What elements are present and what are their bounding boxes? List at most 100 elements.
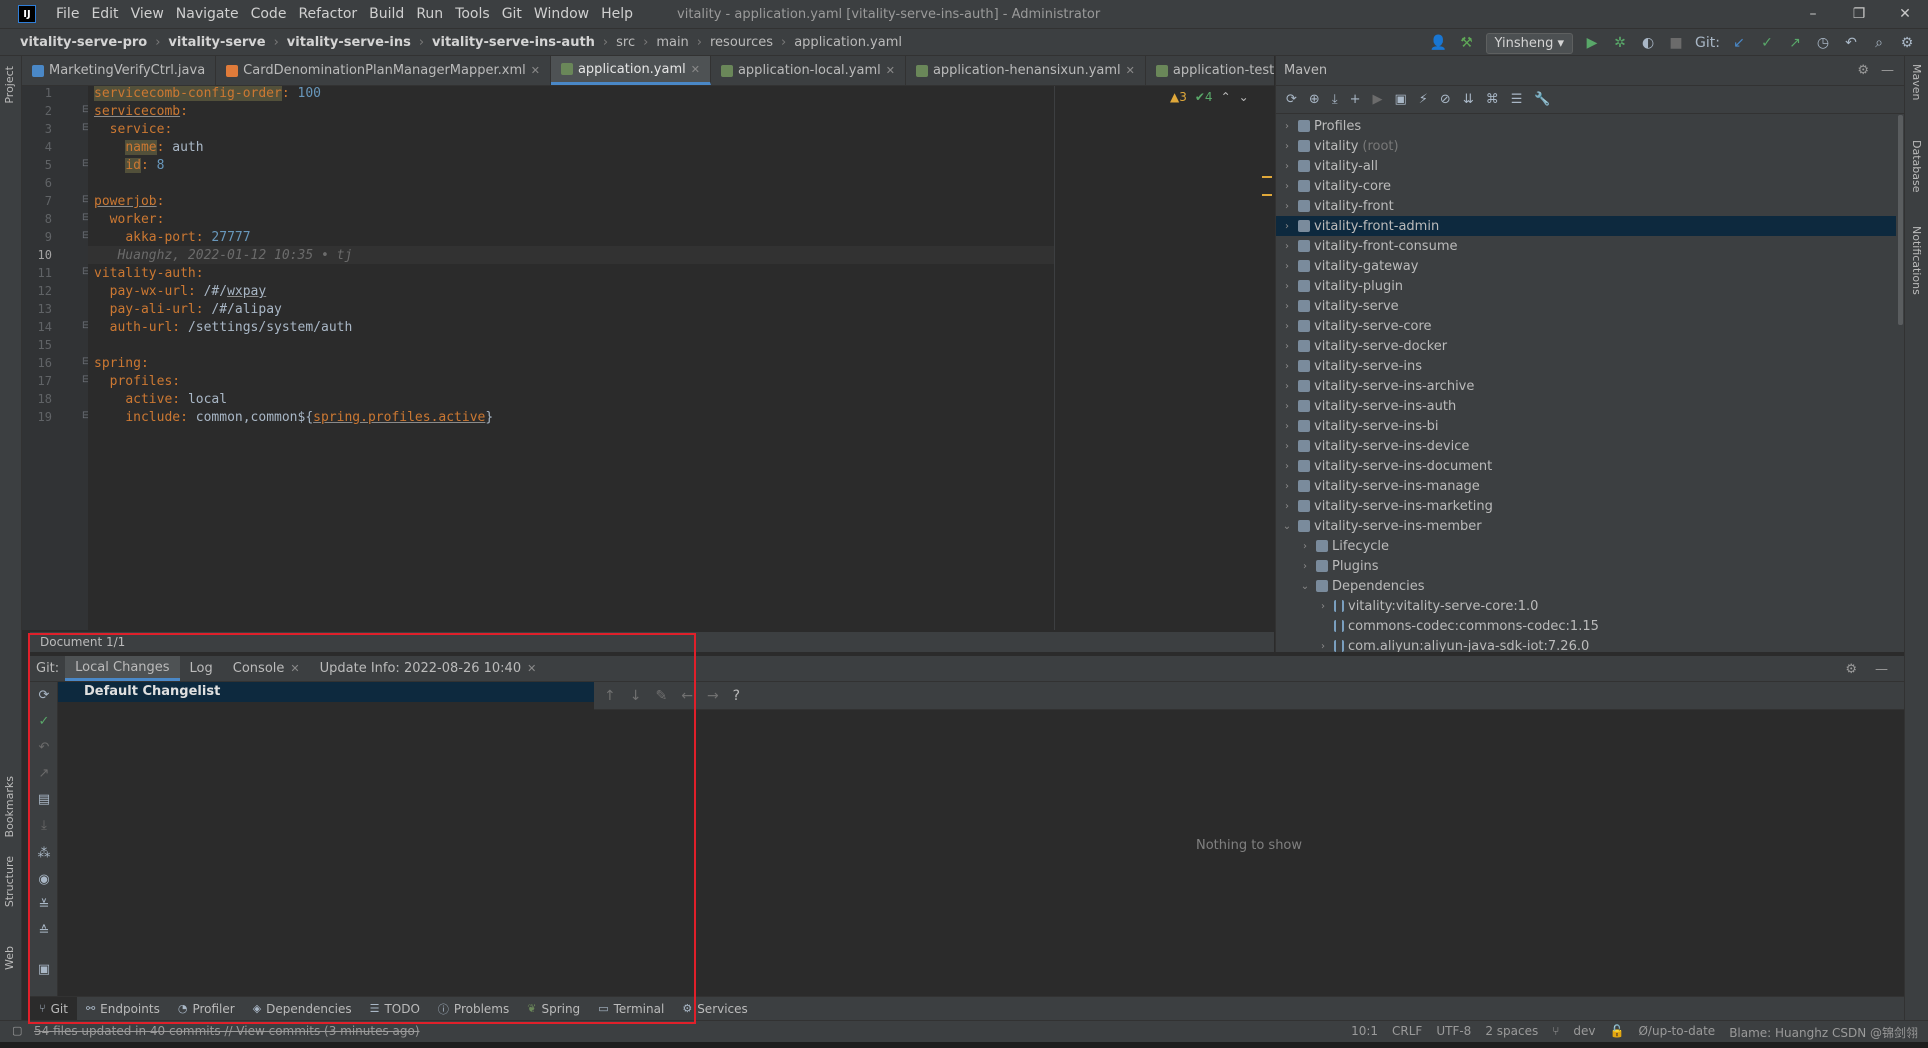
tree-item-module[interactable]: › vitality-gateway xyxy=(1276,256,1896,276)
editor-tab[interactable]: CardDenominationPlanManagerMapper.xml ✕ xyxy=(216,56,551,85)
breadcrumb-item[interactable]: main xyxy=(656,35,688,50)
close-window-button[interactable]: ✕ xyxy=(1882,0,1928,28)
help-icon[interactable]: ? xyxy=(733,688,740,704)
chevron-up-icon[interactable]: ⌃ xyxy=(1221,90,1231,104)
tree-item-module-selected[interactable]: › vitality-front-admin xyxy=(1276,216,1896,236)
coverage-icon[interactable]: ◐ xyxy=(1639,35,1657,51)
close-tab-icon[interactable]: ✕ xyxy=(691,63,700,76)
rollback-icon[interactable]: ↶ xyxy=(1842,35,1860,51)
toggle-offline-icon[interactable]: ▣ xyxy=(1394,92,1406,107)
indent-setting[interactable]: 2 spaces xyxy=(1485,1024,1538,1041)
warning-stripe-marker[interactable] xyxy=(1262,194,1272,196)
debug-icon[interactable]: ✲ xyxy=(1611,35,1629,51)
status-message[interactable]: 54 files updated in 40 commits // View c… xyxy=(34,1024,420,1038)
warning-stripe-marker[interactable] xyxy=(1262,176,1272,178)
tree-item-module[interactable]: › vitality-serve xyxy=(1276,296,1896,316)
search-icon[interactable]: ⌕ xyxy=(1870,35,1888,51)
tree-item-dependency[interactable]: › vitality:vitality-serve-core:1.0 xyxy=(1276,596,1896,616)
settings-gear-icon[interactable]: ⚙ xyxy=(1857,63,1869,78)
tree-item-module[interactable]: › vitality-serve-docker xyxy=(1276,336,1896,356)
menu-help[interactable]: Help xyxy=(595,6,639,22)
execute-goal-icon[interactable]: ⚡ xyxy=(1419,92,1428,107)
tree-item-module[interactable]: › vitality-plugin xyxy=(1276,276,1896,296)
git-commit-icon[interactable]: ✓ xyxy=(1758,35,1776,51)
tree-item-module[interactable]: › vitality-serve-ins-auth xyxy=(1276,396,1896,416)
editor-tab[interactable]: application-henansixun.yaml ✕ xyxy=(906,56,1146,85)
tree-item-lifecycle[interactable]: › Lifecycle xyxy=(1276,536,1896,556)
history-icon[interactable]: ◷ xyxy=(1814,35,1832,51)
tree-item-module[interactable]: › vitality-serve-ins-archive xyxy=(1276,376,1896,396)
tree-item-dependency[interactable]: › com.aliyun:aliyun-java-sdk-iot:7.26.0 xyxy=(1276,636,1896,652)
restore-button[interactable]: ❐ xyxy=(1836,0,1882,28)
breadcrumb-item[interactable]: vitality-serve xyxy=(168,35,265,50)
build-hammer-icon[interactable]: ⚒ xyxy=(1458,35,1476,51)
menu-navigate[interactable]: Navigate xyxy=(170,6,245,22)
settings-gear-icon[interactable]: ⚙ xyxy=(1845,662,1857,677)
tree-item-profiles[interactable]: › Profiles xyxy=(1276,116,1896,136)
tree-item-module[interactable]: › vitality-serve-ins-manage xyxy=(1276,476,1896,496)
stop-icon[interactable]: ■ xyxy=(1667,35,1685,51)
menu-tools[interactable]: Tools xyxy=(449,6,496,22)
tree-item-module[interactable]: › vitality-serve-ins-marketing xyxy=(1276,496,1896,516)
tree-item-dependencies[interactable]: ⌄ Dependencies xyxy=(1276,576,1896,596)
line-separator[interactable]: CRLF xyxy=(1392,1024,1422,1041)
tree-item-module-expanded[interactable]: ⌄ vitality-serve-ins-member xyxy=(1276,516,1896,536)
tree-item-dependency[interactable]: commons-codec:commons-codec:1.15 xyxy=(1276,616,1896,636)
run-icon[interactable]: ▶ xyxy=(1372,92,1382,107)
run-configuration-select[interactable]: Yinsheng ▾ xyxy=(1485,32,1574,54)
maven-scrollbar[interactable] xyxy=(1898,115,1903,325)
file-encoding[interactable]: UTF-8 xyxy=(1436,1024,1471,1041)
add-folder-icon[interactable]: ⊕ xyxy=(1309,92,1320,107)
breadcrumb-item[interactable]: application.yaml xyxy=(794,35,902,50)
vcs-status[interactable]: Ø/up-to-date xyxy=(1638,1024,1715,1041)
close-tab-icon[interactable]: ✕ xyxy=(886,64,895,77)
download-icon[interactable]: ⤓ xyxy=(1332,92,1338,107)
tree-item-module[interactable]: › vitality-serve-core xyxy=(1276,316,1896,336)
menu-window[interactable]: Window xyxy=(528,6,595,22)
reload-icon[interactable]: ⟳ xyxy=(1286,92,1297,107)
breadcrumb-item[interactable]: vitality-serve-ins-auth xyxy=(432,35,595,50)
editor-tab[interactable]: application-local.yaml ✕ xyxy=(711,56,906,85)
tree-item-module[interactable]: › vitality (root) xyxy=(1276,136,1896,156)
close-tab-icon[interactable]: ✕ xyxy=(531,64,540,77)
breadcrumb-item[interactable]: vitality-serve-pro xyxy=(20,35,147,50)
collapse-icon[interactable]: ⇊ xyxy=(1463,92,1474,107)
chevron-down-icon[interactable]: ⌄ xyxy=(1239,90,1249,104)
tree-item-module[interactable]: › vitality-core xyxy=(1276,176,1896,196)
menu-edit[interactable]: Edit xyxy=(85,6,124,22)
menu-file[interactable]: File xyxy=(50,6,85,22)
maven-tool-button[interactable]: Maven xyxy=(1910,64,1923,100)
caret-position[interactable]: 10:1 xyxy=(1351,1024,1378,1041)
show-dependencies-icon[interactable]: ⌘ xyxy=(1486,92,1499,107)
database-tool-button[interactable]: Database xyxy=(1910,140,1923,193)
lock-icon[interactable]: 🔓 xyxy=(1610,1024,1625,1041)
ok-count[interactable]: ✔4 xyxy=(1195,90,1213,104)
menu-refactor[interactable]: Refactor xyxy=(292,6,363,22)
menu-git[interactable]: Git xyxy=(496,6,528,22)
run-icon[interactable]: ▶ xyxy=(1583,35,1601,51)
tree-item-module[interactable]: › vitality-front xyxy=(1276,196,1896,216)
breadcrumb-item[interactable]: src xyxy=(616,35,635,50)
editor-tab-active[interactable]: application.yaml ✕ xyxy=(550,56,711,85)
minimize-button[interactable]: – xyxy=(1790,0,1836,28)
git-push-icon[interactable]: ↗ xyxy=(1786,35,1804,51)
tree-item-module[interactable]: › vitality-serve-ins xyxy=(1276,356,1896,376)
menu-code[interactable]: Code xyxy=(245,6,293,22)
collapse-all-icon[interactable]: ☰ xyxy=(1511,92,1523,107)
editor-tab[interactable]: MarketingVerifyCtrl.java xyxy=(22,56,217,85)
git-update-icon[interactable]: ↙ xyxy=(1730,35,1748,51)
menu-run[interactable]: Run xyxy=(410,6,449,22)
expand-panel-icon[interactable]: ▢ xyxy=(12,1024,22,1037)
wrench-icon[interactable]: 🔧 xyxy=(1534,92,1550,107)
web-tool-button[interactable]: Web xyxy=(3,946,16,970)
notifications-tool-button[interactable]: Notifications xyxy=(1910,226,1923,295)
settings-gear-icon[interactable]: ⚙ xyxy=(1898,35,1916,51)
close-tab-icon[interactable]: ✕ xyxy=(1126,64,1135,77)
tree-item-module[interactable]: › vitality-serve-ins-bi xyxy=(1276,416,1896,436)
hide-panel-icon[interactable]: — xyxy=(1875,662,1888,677)
arrow-right-icon[interactable]: → xyxy=(707,688,719,704)
inspection-widget[interactable]: ▲3 ✔4 ⌃ ⌄ xyxy=(1170,90,1249,104)
user-icon[interactable]: 👤 xyxy=(1430,35,1448,51)
menu-build[interactable]: Build xyxy=(363,6,410,22)
tree-item-module[interactable]: › vitality-serve-ins-document xyxy=(1276,456,1896,476)
